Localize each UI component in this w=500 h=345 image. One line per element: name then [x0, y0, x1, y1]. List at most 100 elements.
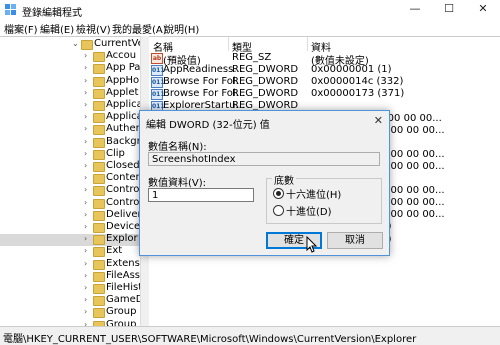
decimal-radio[interactable]	[273, 205, 284, 216]
hex-radio[interactable]	[273, 188, 284, 199]
chevron-right-icon[interactable]: ›	[84, 124, 87, 133]
value-name-label: 數值名稱(N):	[148, 142, 207, 153]
folder-icon	[93, 64, 105, 75]
tree-item-label: Backgr	[106, 135, 140, 147]
tree-item-label: Conter	[106, 172, 140, 184]
menu-file[interactable]: 檔案(F)	[4, 21, 38, 36]
chevron-right-icon[interactable]: ›	[84, 161, 87, 170]
tree-item[interactable]: › Closed	[0, 160, 140, 173]
value-row[interactable]: 011 AppReadiness... REG_DWORD 0x00000001 (1…	[149, 64, 500, 77]
folder-icon	[93, 284, 105, 294]
value-row[interactable]: 011 Browse For Fol... REG_DWORD 0x00000173 …	[149, 88, 500, 101]
key-tree[interactable]: ⌄ CurrentVe › Accou › App Pa › AppHo › Applet › App…	[0, 36, 140, 327]
folder-icon	[93, 271, 105, 282]
tree-item-label: Closed	[106, 160, 140, 171]
tree-item[interactable]: › FileHist	[0, 282, 140, 295]
chevron-right-icon[interactable]: ›	[84, 259, 87, 268]
value-row[interactable]: ab (預設值) REG_SZ (數值未設定)	[149, 52, 500, 67]
tree-item[interactable]: › Ext	[0, 245, 140, 258]
close-button[interactable]: ✕	[466, 0, 500, 20]
chevron-right-icon[interactable]: ›	[84, 185, 87, 194]
chevron-right-icon[interactable]: ›	[84, 63, 87, 72]
dword-value-icon: 011	[151, 77, 165, 89]
tree-item[interactable]: › Device	[0, 221, 140, 234]
tree-item-label: App Pa	[106, 62, 140, 74]
folder-icon	[93, 259, 105, 270]
tree-item[interactable]: › App Pa	[0, 62, 140, 75]
menu-bar: 檔案(F) 編輯(E) 檢視(V) 我的最愛(A) 說明(H)	[0, 20, 500, 36]
tree-item[interactable]: › AppHo	[0, 75, 140, 88]
tree-item-label: CurrentVe	[94, 38, 140, 49]
menu-view[interactable]: 檢視(V)	[76, 21, 111, 36]
chevron-right-icon[interactable]: ›	[84, 112, 87, 121]
folder-icon	[93, 296, 105, 307]
chevron-right-icon[interactable]: ›	[84, 198, 87, 207]
base-group-title: 底數	[272, 172, 296, 187]
tree-item[interactable]: › Applet	[0, 87, 140, 100]
value-row[interactable]: 011 Browse For Fol... REG_DWORD 0x0000014c …	[149, 76, 500, 89]
tree-item[interactable]: › Contro	[0, 184, 140, 197]
chevron-right-icon[interactable]: ›	[84, 149, 87, 158]
chevron-right-icon[interactable]: ›	[84, 222, 87, 231]
chevron-right-icon[interactable]: ›	[84, 283, 87, 292]
tree-item-label: FileAss	[106, 269, 140, 281]
chevron-right-icon[interactable]: ›	[84, 100, 87, 109]
tree-item[interactable]: › GameD	[0, 294, 140, 307]
chevron-down-icon[interactable]: ⌄	[72, 39, 79, 48]
chevron-right-icon[interactable]: ›	[84, 234, 87, 243]
tree-item-label: Clip	[106, 147, 125, 159]
tree-item-label: Extensi	[106, 257, 140, 269]
value-data-input[interactable]: 1	[148, 188, 254, 202]
chevron-right-icon[interactable]: ›	[84, 295, 87, 304]
column-divider[interactable]	[307, 37, 308, 51]
tree-item[interactable]: › Auther	[0, 123, 140, 136]
chevron-right-icon[interactable]: ›	[84, 210, 87, 219]
menu-edit[interactable]: 編輯(E)	[40, 21, 74, 36]
cancel-button[interactable]: 取消	[327, 232, 383, 249]
minimize-button[interactable]: —	[398, 0, 432, 20]
tree-item[interactable]: › Extensi	[0, 257, 140, 271]
value-data: 0x00000001 (1)	[311, 64, 392, 76]
maximize-button[interactable]: ☐	[432, 0, 466, 20]
tree-item[interactable]: › Group	[0, 306, 140, 319]
dialog-close-icon[interactable]: ✕	[374, 114, 383, 127]
tree-item[interactable]: › Backgr	[0, 135, 140, 149]
folder-icon	[93, 162, 105, 172]
tree-item-label: Applica	[106, 99, 140, 110]
tree-item[interactable]: › FileAss	[0, 269, 140, 283]
folder-icon	[81, 40, 93, 50]
decimal-radio-label[interactable]: 十進位(D)	[286, 203, 332, 218]
chevron-right-icon[interactable]: ›	[84, 271, 87, 280]
tree-item[interactable]: › Clip	[0, 147, 140, 161]
folder-icon	[93, 88, 105, 99]
tree-item[interactable]: › Conter	[0, 172, 140, 185]
tree-item[interactable]: › Applica	[0, 111, 140, 124]
column-divider[interactable]	[228, 37, 229, 51]
menu-favorites[interactable]: 我的最愛(A)	[112, 21, 167, 36]
dialog-title: 編輯 DWORD (32-位元) 值	[146, 120, 270, 131]
tree-item[interactable]: ⌄ CurrentVe	[0, 38, 140, 51]
chevron-right-icon[interactable]: ›	[84, 137, 87, 146]
value-name: AppReadiness...	[163, 64, 243, 76]
folder-icon	[93, 101, 105, 111]
hex-radio-label[interactable]: 十六進位(H)	[286, 186, 341, 201]
tree-item[interactable]: › Explor	[0, 233, 140, 247]
chevron-right-icon[interactable]: ›	[84, 88, 87, 97]
tree-item[interactable]: › Contro	[0, 196, 140, 210]
value-data-label: 數值資料(V):	[148, 178, 207, 189]
folder-icon	[93, 223, 105, 233]
chevron-right-icon[interactable]: ›	[84, 76, 87, 85]
tree-item-label: Contro	[106, 184, 140, 196]
folder-icon	[93, 174, 105, 185]
tree-item[interactable]: › Applica	[0, 99, 140, 112]
tree-item[interactable]: › Accou	[0, 50, 140, 63]
menu-help[interactable]: 說明(H)	[164, 21, 199, 36]
tree-item-label: Contro	[106, 196, 140, 208]
chevron-right-icon[interactable]: ›	[84, 51, 87, 60]
chevron-right-icon[interactable]: ›	[84, 173, 87, 182]
tree-item[interactable]: › Deliver	[0, 209, 140, 222]
chevron-right-icon[interactable]: ›	[84, 246, 87, 255]
mouse-cursor-icon	[306, 236, 318, 253]
tree-item-label: Explor	[106, 233, 138, 245]
chevron-right-icon[interactable]: ›	[84, 307, 87, 316]
